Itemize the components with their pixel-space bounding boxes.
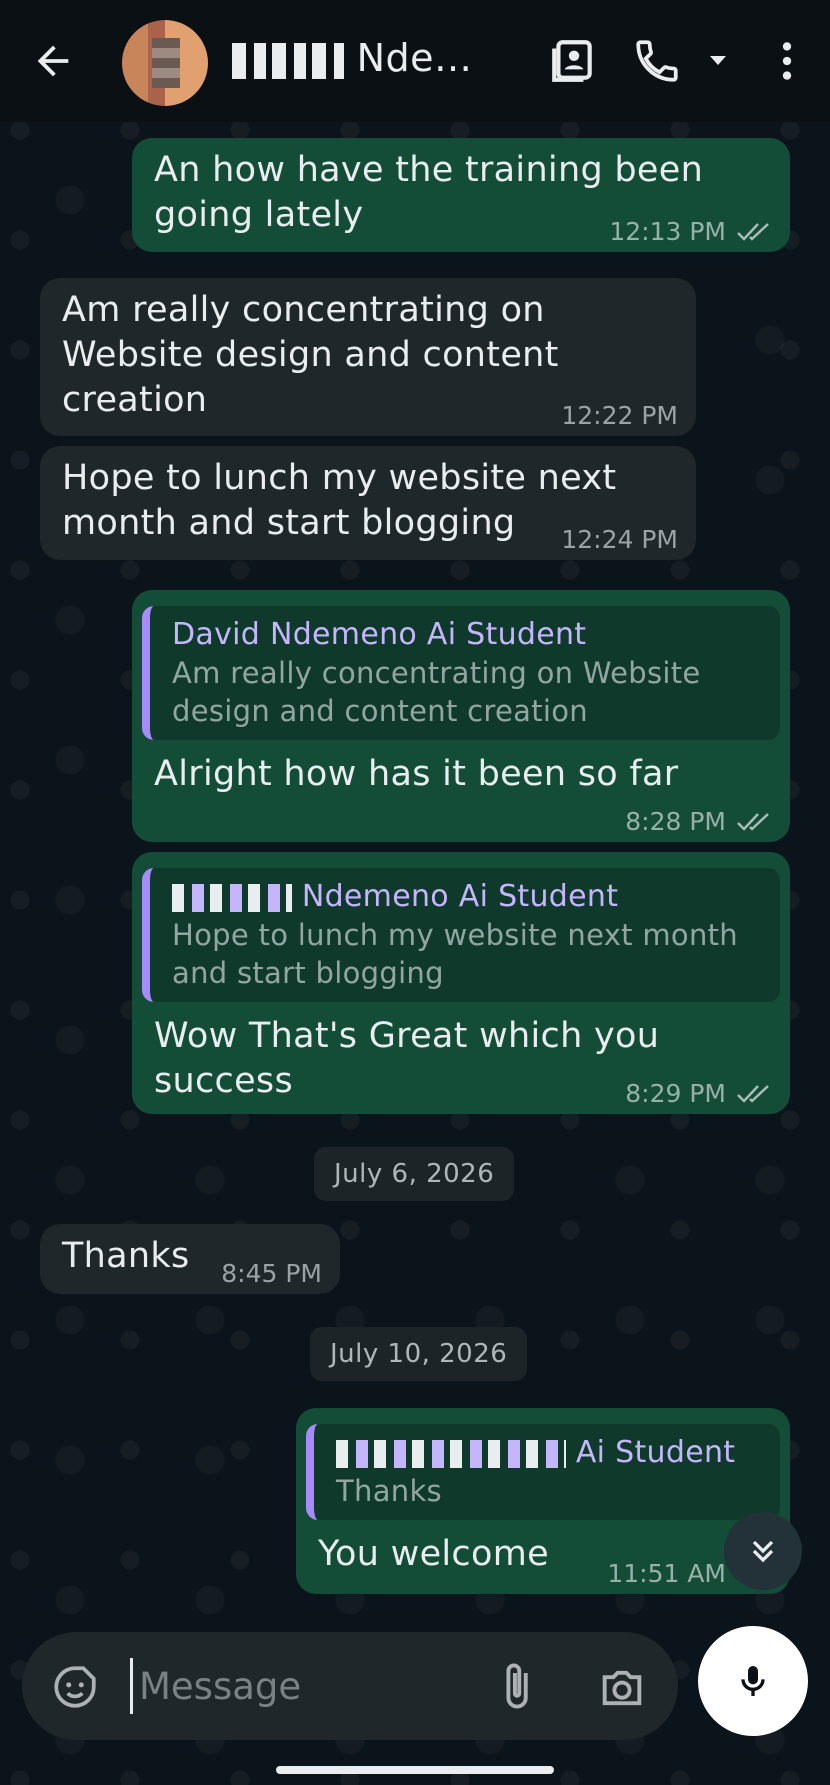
caret-down-icon[interactable] — [706, 48, 730, 72]
message-meta: 8:29 PM — [625, 1079, 772, 1108]
message-meta: 12:22 PM — [561, 401, 678, 430]
message-bubble-incoming[interactable]: Am really concentrating on Website desig… — [40, 278, 696, 436]
message-bubble-incoming[interactable]: Thanks 8:45 PM — [40, 1224, 340, 1294]
message-meta: 8:28 PM — [625, 807, 772, 836]
message-time: 12:13 PM — [609, 217, 726, 246]
microphone-icon — [741, 1666, 765, 1696]
redacted-name-part — [336, 1439, 566, 1468]
quoted-text: Hope to lunch my website next month and … — [172, 918, 738, 990]
home-indicator — [276, 1766, 554, 1774]
date-divider: July 6, 2026 — [314, 1147, 515, 1201]
message-time: 8:29 PM — [625, 1079, 726, 1108]
contact-name-text: Ndem... — [356, 36, 502, 80]
message-meta: 8:45 PM — [221, 1259, 322, 1288]
double-chevron-down-icon — [752, 1540, 774, 1563]
double-check-icon — [737, 222, 769, 241]
message-text: Hope to lunch my website next month and … — [62, 458, 617, 543]
message-time: 12:24 PM — [561, 525, 678, 554]
contact-card-icon[interactable] — [548, 36, 598, 86]
quoted-sender: Ndemeno Ai Student — [172, 878, 764, 916]
message-meta: 12:13 PM — [609, 217, 772, 246]
message-text: Am really concentrating on Website desig… — [62, 290, 559, 420]
quoted-message[interactable]: Ai Student Thanks — [306, 1424, 780, 1520]
quoted-message[interactable]: David Ndemeno Ai Student Am really conce… — [142, 606, 780, 740]
message-input[interactable] — [130, 1658, 470, 1714]
message-bubble-outgoing[interactable]: An how have the training been going late… — [132, 138, 790, 252]
quoted-sender-text: Ai Student — [575, 1435, 736, 1470]
message-bubble-outgoing-reply[interactable]: Ai Student Thanks You welcome 11:51 AM — [296, 1408, 790, 1594]
back-arrow-icon[interactable] — [30, 38, 76, 84]
message-text: Alright how has it been so far — [154, 754, 679, 794]
message-meta: 12:24 PM — [561, 525, 678, 554]
quoted-text: Thanks — [336, 1474, 442, 1508]
message-composer — [22, 1632, 678, 1740]
quoted-sender: Ai Student — [336, 1434, 764, 1472]
redacted-name-part — [172, 883, 292, 912]
phone-icon[interactable] — [632, 36, 682, 86]
double-check-icon — [737, 1084, 769, 1103]
sticker-icon[interactable] — [50, 1662, 100, 1712]
message-time: 11:51 AM — [607, 1559, 726, 1588]
paperclip-icon[interactable] — [490, 1660, 542, 1712]
quoted-sender: David Ndemeno Ai Student — [172, 617, 587, 652]
chat-header: Ndem... — [0, 0, 830, 122]
camera-icon[interactable] — [596, 1662, 648, 1714]
message-time: 12:22 PM — [561, 401, 678, 430]
double-check-icon — [737, 812, 769, 831]
message-time: 8:45 PM — [221, 1259, 322, 1288]
scroll-to-bottom-button[interactable] — [724, 1512, 802, 1590]
more-vert-icon[interactable] — [762, 36, 812, 86]
message-bubble-outgoing-reply[interactable]: Ndemeno Ai Student Hope to lunch my webs… — [132, 852, 790, 1114]
message-bubble-incoming[interactable]: Hope to lunch my website next month and … — [40, 446, 696, 560]
message-bubble-outgoing-reply[interactable]: David Ndemeno Ai Student Am really conce… — [132, 590, 790, 842]
contact-name[interactable]: Ndem... — [232, 36, 502, 80]
message-time: 8:28 PM — [625, 807, 726, 836]
quoted-sender-text: Ndemeno Ai Student — [301, 879, 619, 914]
quoted-text: Am really concentrating on Website desig… — [172, 656, 701, 728]
quoted-message[interactable]: Ndemeno Ai Student Hope to lunch my webs… — [142, 868, 780, 1002]
date-divider: July 10, 2026 — [310, 1327, 528, 1381]
voice-record-button[interactable] — [698, 1626, 808, 1736]
avatar[interactable] — [122, 20, 208, 106]
redacted-name-part — [232, 42, 344, 79]
